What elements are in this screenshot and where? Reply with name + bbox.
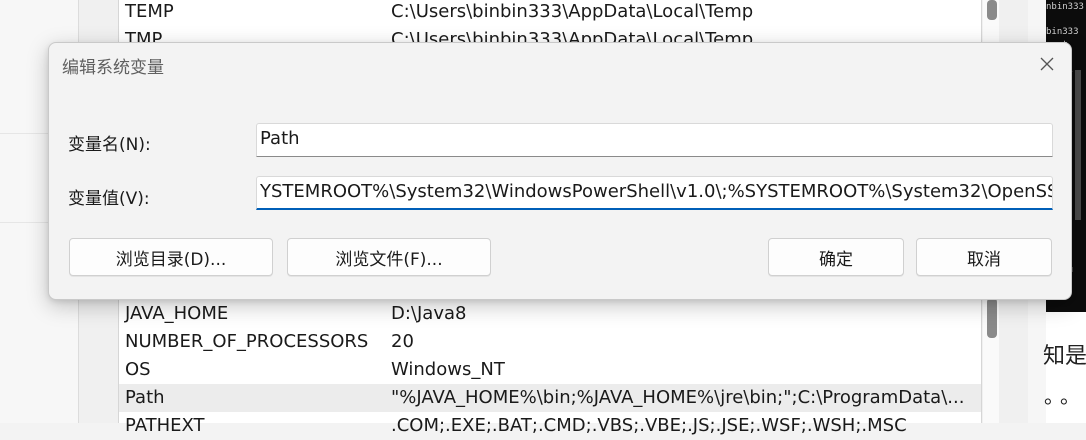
variable-name: JAVA_HOME — [125, 303, 229, 324]
browse-directory-button[interactable]: 浏览目录(D)... — [69, 238, 273, 276]
terminal-scrollbar[interactable] — [1075, 70, 1081, 220]
table-row[interactable]: JAVA_HOME D:\Java8 — [119, 300, 981, 328]
page-text: 知是 — [1043, 344, 1086, 369]
variable-name: PATHEXT — [125, 415, 205, 436]
right-page-fragment: 知是 。。 — [1043, 312, 1086, 423]
variable-name-label: 变量名(N): — [68, 135, 151, 155]
ok-button[interactable]: 确定 — [768, 238, 904, 276]
scrollbar-thumb[interactable] — [987, 0, 997, 20]
variable-value: "%JAVA_HOME%\bin;%JAVA_HOME%\jre\bin;";C… — [391, 387, 965, 408]
table-row[interactable]: PATHEXT .COM;.EXE;.BAT;.CMD;.VBS;.VBE;.J… — [119, 412, 981, 440]
variable-name: Path — [125, 387, 165, 408]
table-row[interactable]: NUMBER_OF_PROCESSORS 20 — [119, 328, 981, 356]
scrollbar-thumb[interactable] — [987, 298, 997, 338]
variable-value-label: 变量值(V): — [68, 189, 150, 209]
variable-value: 20 — [391, 331, 414, 352]
variable-value-field[interactable]: YSTEMROOT%\System32\WindowsPowerShell\v1… — [256, 176, 1053, 210]
variable-value: D:\Java8 — [391, 303, 467, 324]
terminal-line: bin333 — [1046, 27, 1079, 37]
page-text: 。。 — [1044, 384, 1086, 408]
table-row[interactable]: OS Windows_NT — [119, 356, 981, 384]
close-button[interactable] — [1031, 49, 1063, 79]
cancel-button[interactable]: 取消 — [916, 238, 1052, 276]
dialog-title: 编辑系统变量 — [62, 58, 164, 78]
variable-name: TEMP — [125, 1, 174, 22]
variable-name: NUMBER_OF_PROCESSORS — [125, 331, 369, 352]
table-row[interactable]: TEMP C:\Users\binbin333\AppData\Local\Te… — [119, 0, 981, 26]
variable-name: OS — [125, 359, 151, 380]
variable-value: .COM;.EXE;.BAT;.CMD;.VBS;.VBE;.JS;.JSE;.… — [391, 415, 907, 436]
table-row-selected[interactable]: Path "%JAVA_HOME%\bin;%JAVA_HOME%\jre\bi… — [119, 384, 981, 412]
variable-name-field[interactable]: Path — [256, 123, 1053, 157]
terminal-line: nbin333 — [1046, 2, 1084, 12]
edit-system-variable-dialog: 编辑系统变量 变量名(N): Path 变量值(V): YSTEMROOT%\S… — [48, 42, 1072, 300]
variable-value: C:\Users\binbin333\AppData\Local\Temp — [391, 1, 754, 22]
close-icon — [1040, 57, 1054, 71]
browse-file-button[interactable]: 浏览文件(F)... — [287, 238, 491, 276]
variable-value: Windows_NT — [391, 359, 505, 380]
